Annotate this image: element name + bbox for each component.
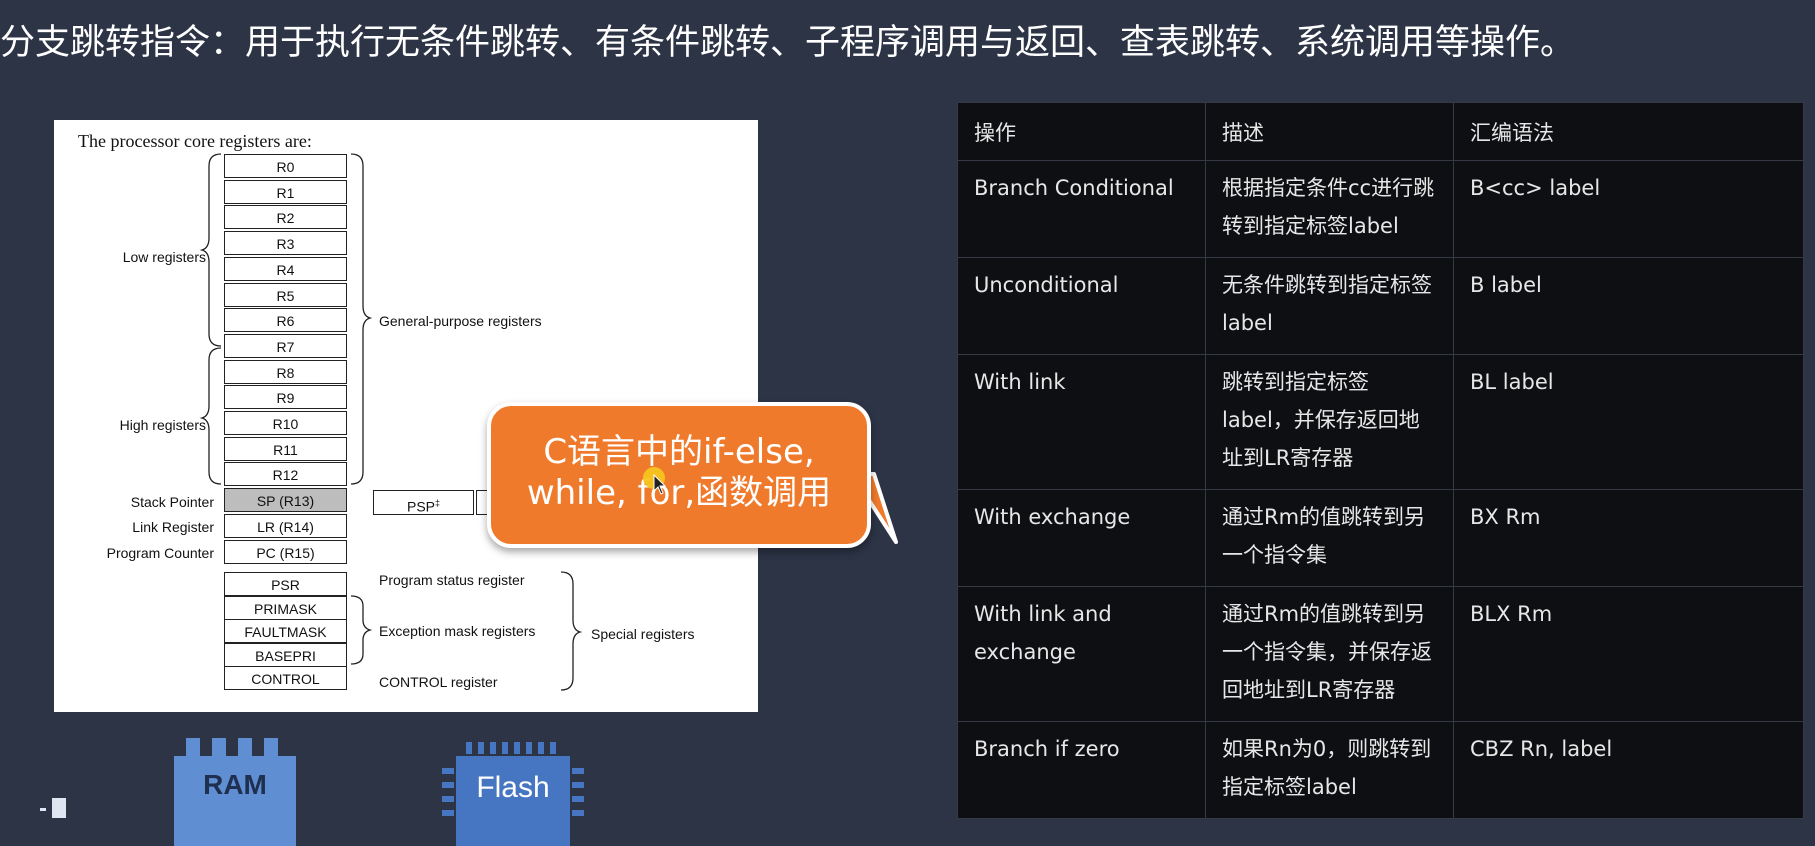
row-description: 如果Rn为0，则跳转到指定标签label xyxy=(1205,721,1454,819)
callout-line-2: while, for,函数调用 xyxy=(526,473,832,513)
register-r5: R5 xyxy=(224,282,347,307)
register-lr: LR (R14) xyxy=(224,513,347,538)
callout-line-1: C语言中的if-else, xyxy=(543,432,815,472)
register-sp: SP (R13) xyxy=(224,488,347,513)
register-r2: R2 xyxy=(224,205,347,230)
row-description: 通过Rm的值跳转到另一个指令集，并保存返回地址到LR寄存器 xyxy=(1205,586,1454,722)
table-row: Branch Conditional 根据指定条件cc进行跳转到指定标签labe… xyxy=(957,160,1804,258)
register-r3: R3 xyxy=(224,231,347,256)
row-operation: With exchange xyxy=(957,489,1206,587)
register-r7: R7 xyxy=(224,333,347,358)
row-syntax: B<cc> label xyxy=(1453,160,1804,258)
general-purpose-brace xyxy=(350,153,373,485)
callout-bubble: C语言中的if-else, while, for,函数调用 xyxy=(487,402,871,548)
register-faultmask: FAULTMASK xyxy=(224,619,347,643)
flash-label: Flash xyxy=(456,756,570,846)
row-syntax: BL label xyxy=(1453,354,1804,490)
register-r1: R1 xyxy=(224,179,347,204)
register-r12: R12 xyxy=(224,462,347,487)
table-header-row: 操作 描述 汇编语法 xyxy=(957,102,1804,161)
table-row: Branch if zero 如果Rn为0，则跳转到指定标签label CBZ … xyxy=(957,721,1804,819)
row-syntax: B label xyxy=(1453,257,1804,355)
row-operation: With link and exchange xyxy=(957,586,1206,722)
row-operation: Branch Conditional xyxy=(957,160,1206,258)
row-syntax: CBZ Rn, label xyxy=(1453,721,1804,819)
header-syntax: 汇编语法 xyxy=(1453,102,1804,161)
mouse-pointer-icon xyxy=(653,474,667,495)
row-operation: With link xyxy=(957,354,1206,490)
register-r4: R4 xyxy=(224,256,347,281)
register-pc: PC (R15) xyxy=(224,539,347,564)
row-description: 根据指定条件cc进行跳转到指定标签label xyxy=(1205,160,1454,258)
register-primask: PRIMASK xyxy=(224,595,347,620)
register-r10: R10 xyxy=(224,411,347,435)
row-description: 跳转到指定标签label，并保存返回地址到LR寄存器 xyxy=(1205,354,1454,490)
register-psr: PSR xyxy=(224,572,347,596)
header-operation: 操作 xyxy=(957,102,1206,161)
register-r11: R11 xyxy=(224,436,347,461)
device-icon xyxy=(40,798,70,818)
row-syntax: BLX Rm xyxy=(1453,586,1804,722)
register-basepri: BASEPRI xyxy=(224,642,347,667)
row-description: 通过Rm的值跳转到另一个指令集 xyxy=(1205,489,1454,587)
row-syntax: BX Rm xyxy=(1453,489,1804,587)
header-description: 描述 xyxy=(1205,102,1454,161)
register-r0: R0 xyxy=(224,154,347,178)
register-r6: R6 xyxy=(224,308,347,333)
ram-label: RAM xyxy=(174,756,296,846)
row-operation: Branch if zero xyxy=(957,721,1206,819)
row-description: 无条件跳转到指定标签label xyxy=(1205,257,1454,355)
high-registers-brace xyxy=(199,347,222,485)
register-r9: R9 xyxy=(224,385,347,410)
table-row: With link and exchange 通过Rm的值跳转到另一个指令集，并… xyxy=(957,586,1804,722)
branch-instruction-table: 操作 描述 汇编语法 Branch Conditional 根据指定条件cc进行… xyxy=(957,102,1804,819)
exception-mask-brace xyxy=(350,595,373,665)
low-registers-brace xyxy=(199,153,222,347)
register-r8: R8 xyxy=(224,359,347,384)
special-registers-brace xyxy=(560,571,583,691)
register-control: CONTROL xyxy=(224,666,347,690)
slide-title: 分支跳转指令：用于执行无条件跳转、有条件跳转、子程序调用与返回、查表跳转、系统调… xyxy=(0,23,1576,63)
table-row: With exchange 通过Rm的值跳转到另一个指令集 BX Rm xyxy=(957,489,1804,587)
table-row: With link 跳转到指定标签label，并保存返回地址到LR寄存器 BL … xyxy=(957,354,1804,490)
row-operation: Unconditional xyxy=(957,257,1206,355)
table-row: Unconditional 无条件跳转到指定标签label B label xyxy=(957,257,1804,355)
